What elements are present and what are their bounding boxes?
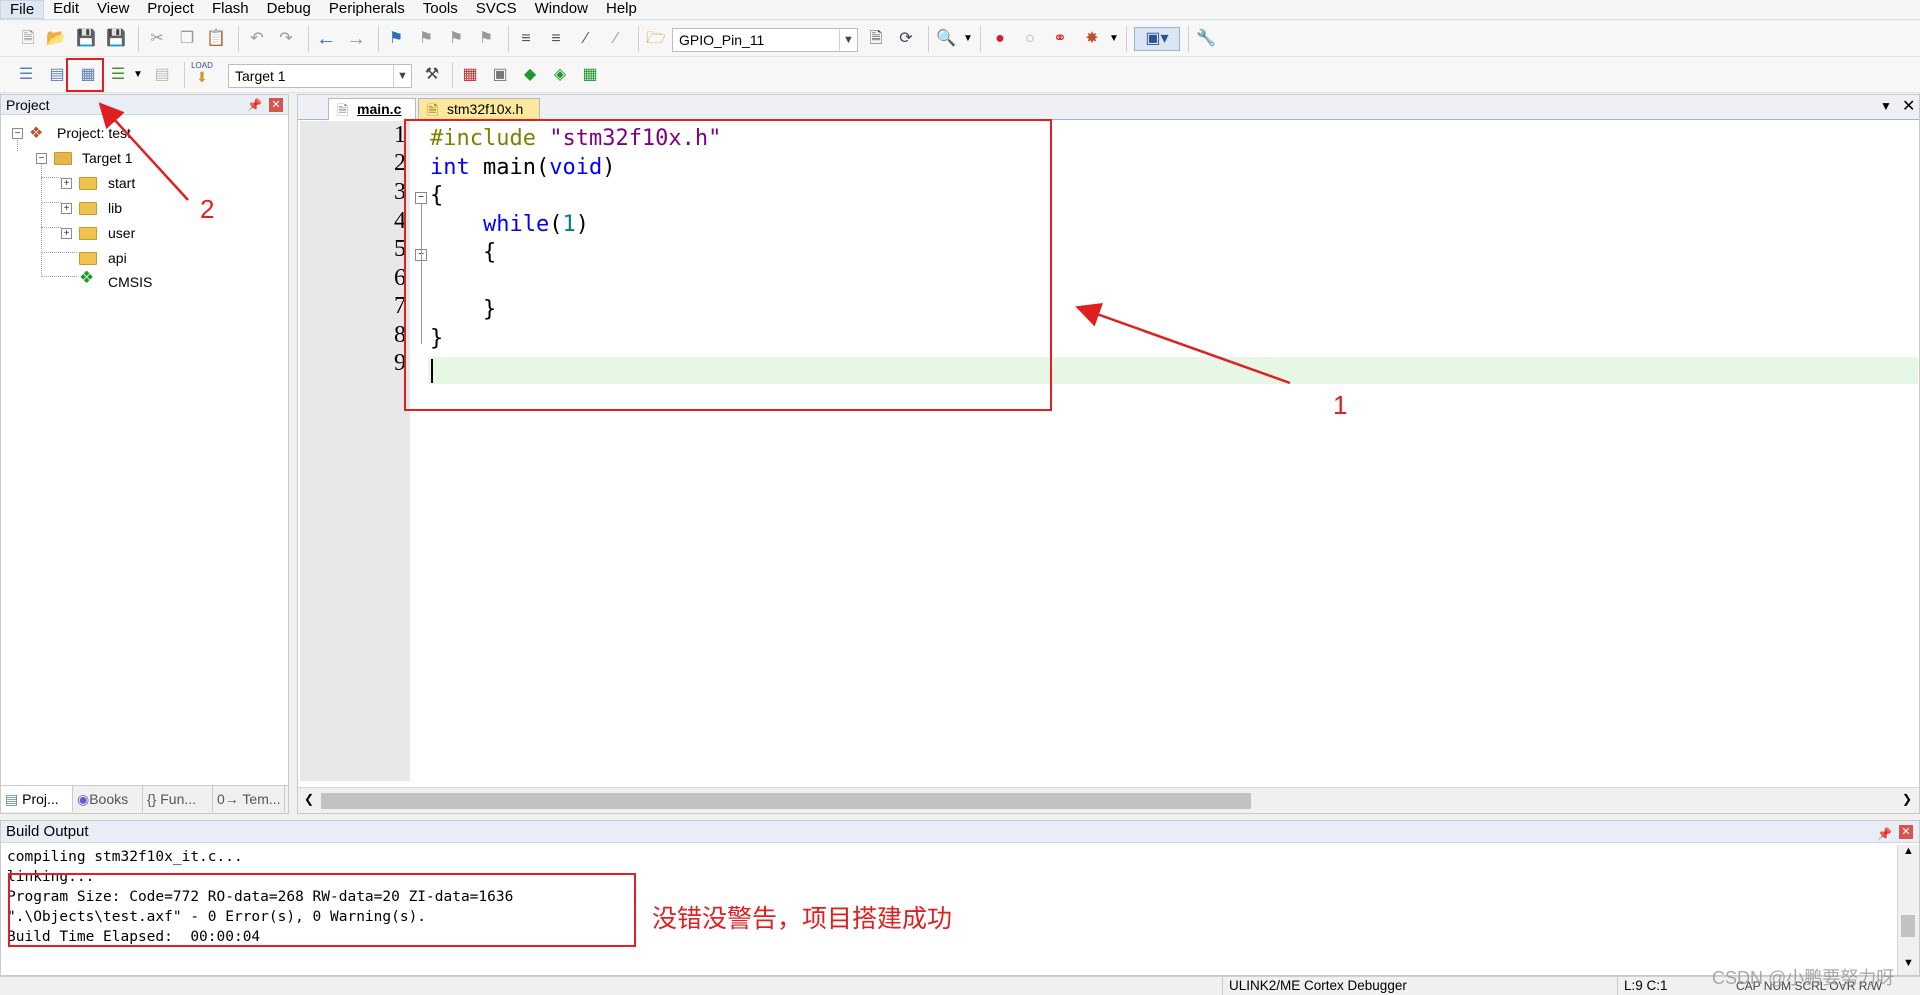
annotation-arrows xyxy=(98,102,1291,385)
arrow-2 xyxy=(98,102,189,201)
arrow-1 xyxy=(1075,302,1291,385)
annotation-label-2: 2 xyxy=(200,194,215,224)
annotation-label-1: 1 xyxy=(1333,390,1348,420)
annotation-success-note: 没错没警告，项目搭建成功 xyxy=(652,905,953,933)
